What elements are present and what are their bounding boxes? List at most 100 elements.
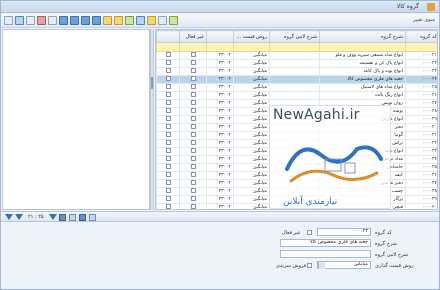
- row-checkbox[interactable]: [165, 156, 171, 161]
- last-record-icon[interactable]: [92, 16, 101, 25]
- column-header[interactable]: شرح گروه: [319, 30, 406, 43]
- search-icon[interactable]: [103, 16, 112, 25]
- chevron-down-icon[interactable]: [318, 262, 325, 269]
- inactive-checkbox[interactable]: [307, 230, 312, 235]
- serial-checkbox-cell[interactable]: [156, 91, 180, 100]
- serial-checkbox-cell[interactable]: [156, 203, 180, 209]
- row-checkbox[interactable]: [190, 140, 196, 145]
- row-checkbox[interactable]: [190, 124, 196, 129]
- serial-checkbox-cell[interactable]: [156, 179, 180, 188]
- filter-row[interactable]: [156, 42, 437, 52]
- row-checkbox[interactable]: [190, 156, 196, 161]
- filter-cell[interactable]: [319, 42, 406, 52]
- row-checkbox[interactable]: [190, 68, 196, 73]
- row-checkbox[interactable]: [165, 124, 171, 129]
- new-icon[interactable]: [4, 16, 13, 25]
- row-checkbox[interactable]: [190, 100, 196, 105]
- table-row[interactable]: ۰۰۰۰۲۳ انواع پوند و پاک کاغذ میانگین ۳۳۰۰۲: [156, 67, 437, 76]
- row-checkbox[interactable]: [165, 188, 171, 193]
- table-row[interactable]: ۰۰۰۰۲۵ انواع مداد های لاستیک میانگین ۳۳۰۰۲: [156, 83, 437, 92]
- serial-checkbox-cell[interactable]: [156, 147, 180, 156]
- row-checkbox[interactable]: [190, 84, 196, 89]
- row-checkbox[interactable]: [190, 164, 196, 169]
- next-record-icon[interactable]: [81, 16, 90, 25]
- row-checkbox[interactable]: [190, 132, 196, 137]
- serial-checkbox-cell[interactable]: [156, 195, 180, 204]
- inactive-checkbox-cell[interactable]: [179, 91, 207, 100]
- serial-checkbox-cell[interactable]: [156, 171, 180, 180]
- row-checkbox[interactable]: [190, 148, 196, 153]
- inactive-checkbox-cell[interactable]: [179, 131, 207, 140]
- row-checkbox[interactable]: [190, 196, 196, 201]
- row-checkbox[interactable]: [190, 172, 196, 177]
- sort-up-icon[interactable]: [15, 214, 23, 220]
- latin-field[interactable]: [280, 250, 371, 258]
- table-row[interactable]: ۰۰۰۰۲۶ انواع رنگ پالت میانگین ۳۳۰۰۲: [156, 91, 437, 100]
- row-checkbox[interactable]: [165, 204, 171, 209]
- row-checkbox[interactable]: [165, 164, 171, 169]
- row-checkbox[interactable]: [190, 204, 196, 209]
- inactive-checkbox-cell[interactable]: [179, 163, 207, 172]
- grid-view-icon[interactable]: [59, 214, 66, 221]
- change-menu-link[interactable]: منوی تغییر: [413, 17, 435, 23]
- serial-checkbox-cell[interactable]: [156, 139, 180, 148]
- table-row[interactable]: ۰۰۰۰۲۲ انواع پاک کن و تقسیمه میانگین ۳۳۰۰۲: [156, 59, 437, 68]
- inactive-checkbox-cell[interactable]: [179, 171, 207, 180]
- refresh-icon[interactable]: [125, 16, 134, 25]
- serial-checkbox-cell[interactable]: [156, 67, 180, 76]
- export-icon[interactable]: [136, 16, 145, 25]
- row-checkbox[interactable]: [165, 108, 171, 113]
- row-checkbox[interactable]: [190, 188, 196, 193]
- inactive-checkbox-cell[interactable]: [179, 107, 207, 116]
- print-icon[interactable]: [48, 16, 57, 25]
- filter-cell[interactable]: [206, 42, 234, 52]
- filter-cell[interactable]: [156, 42, 180, 52]
- column-header[interactable]: غیر فعال: [179, 30, 207, 43]
- row-checkbox[interactable]: [165, 84, 171, 89]
- serial-checkbox-cell[interactable]: [156, 99, 180, 108]
- row-checkbox[interactable]: [165, 148, 171, 153]
- layout-icon[interactable]: [89, 214, 96, 221]
- row-checkbox[interactable]: [190, 52, 196, 57]
- inactive-checkbox-cell[interactable]: [179, 51, 207, 60]
- splitter-handle[interactable]: [151, 77, 153, 89]
- column-header[interactable]: شرح لاتین گروه: [269, 30, 320, 43]
- inactive-checkbox-cell[interactable]: [179, 99, 207, 108]
- tree-pane[interactable]: [2, 29, 150, 210]
- inactive-checkbox-cell[interactable]: [179, 155, 207, 164]
- prev-record-icon[interactable]: [70, 16, 79, 25]
- save-icon[interactable]: [15, 16, 24, 25]
- pane-splitter[interactable]: [150, 29, 154, 210]
- serial-checkbox-cell[interactable]: [156, 59, 180, 68]
- name-field[interactable]: جعبه های فلزی مخصوص کالا: [280, 239, 371, 247]
- serial-checkbox-cell[interactable]: [156, 131, 180, 140]
- inactive-checkbox-cell[interactable]: [179, 115, 207, 124]
- row-checkbox[interactable]: [190, 76, 196, 81]
- row-checkbox[interactable]: [165, 68, 171, 73]
- row-checkbox[interactable]: [165, 100, 171, 105]
- row-checkbox[interactable]: [165, 132, 171, 137]
- serial-checkbox-cell[interactable]: [156, 75, 180, 84]
- serial-checkbox-cell[interactable]: [156, 83, 180, 92]
- row-checkbox[interactable]: [165, 196, 171, 201]
- filter-icon[interactable]: [114, 16, 123, 25]
- serial-checkbox-cell[interactable]: [156, 155, 180, 164]
- code-field[interactable]: ۰۰۰۰۲۴: [317, 228, 371, 236]
- row-checkbox[interactable]: [190, 60, 196, 65]
- row-checkbox[interactable]: [190, 108, 196, 113]
- inactive-checkbox-cell[interactable]: [179, 147, 207, 156]
- filter-cell[interactable]: [233, 42, 270, 52]
- inactive-checkbox-cell[interactable]: [179, 139, 207, 148]
- pricing-select[interactable]: میانگین: [317, 261, 371, 269]
- exit-icon[interactable]: [169, 16, 178, 25]
- column-header[interactable]: [206, 30, 234, 43]
- filter-cell[interactable]: [179, 42, 207, 52]
- columns-icon[interactable]: [79, 214, 86, 221]
- inactive-checkbox-cell[interactable]: [179, 195, 207, 204]
- row-checkbox[interactable]: [165, 172, 171, 177]
- inactive-checkbox-cell[interactable]: [179, 187, 207, 196]
- row-checkbox[interactable]: [165, 140, 171, 145]
- serial-checkbox-cell[interactable]: [156, 107, 180, 116]
- serial-sale-checkbox[interactable]: [307, 263, 312, 268]
- first-record-icon[interactable]: [59, 16, 68, 25]
